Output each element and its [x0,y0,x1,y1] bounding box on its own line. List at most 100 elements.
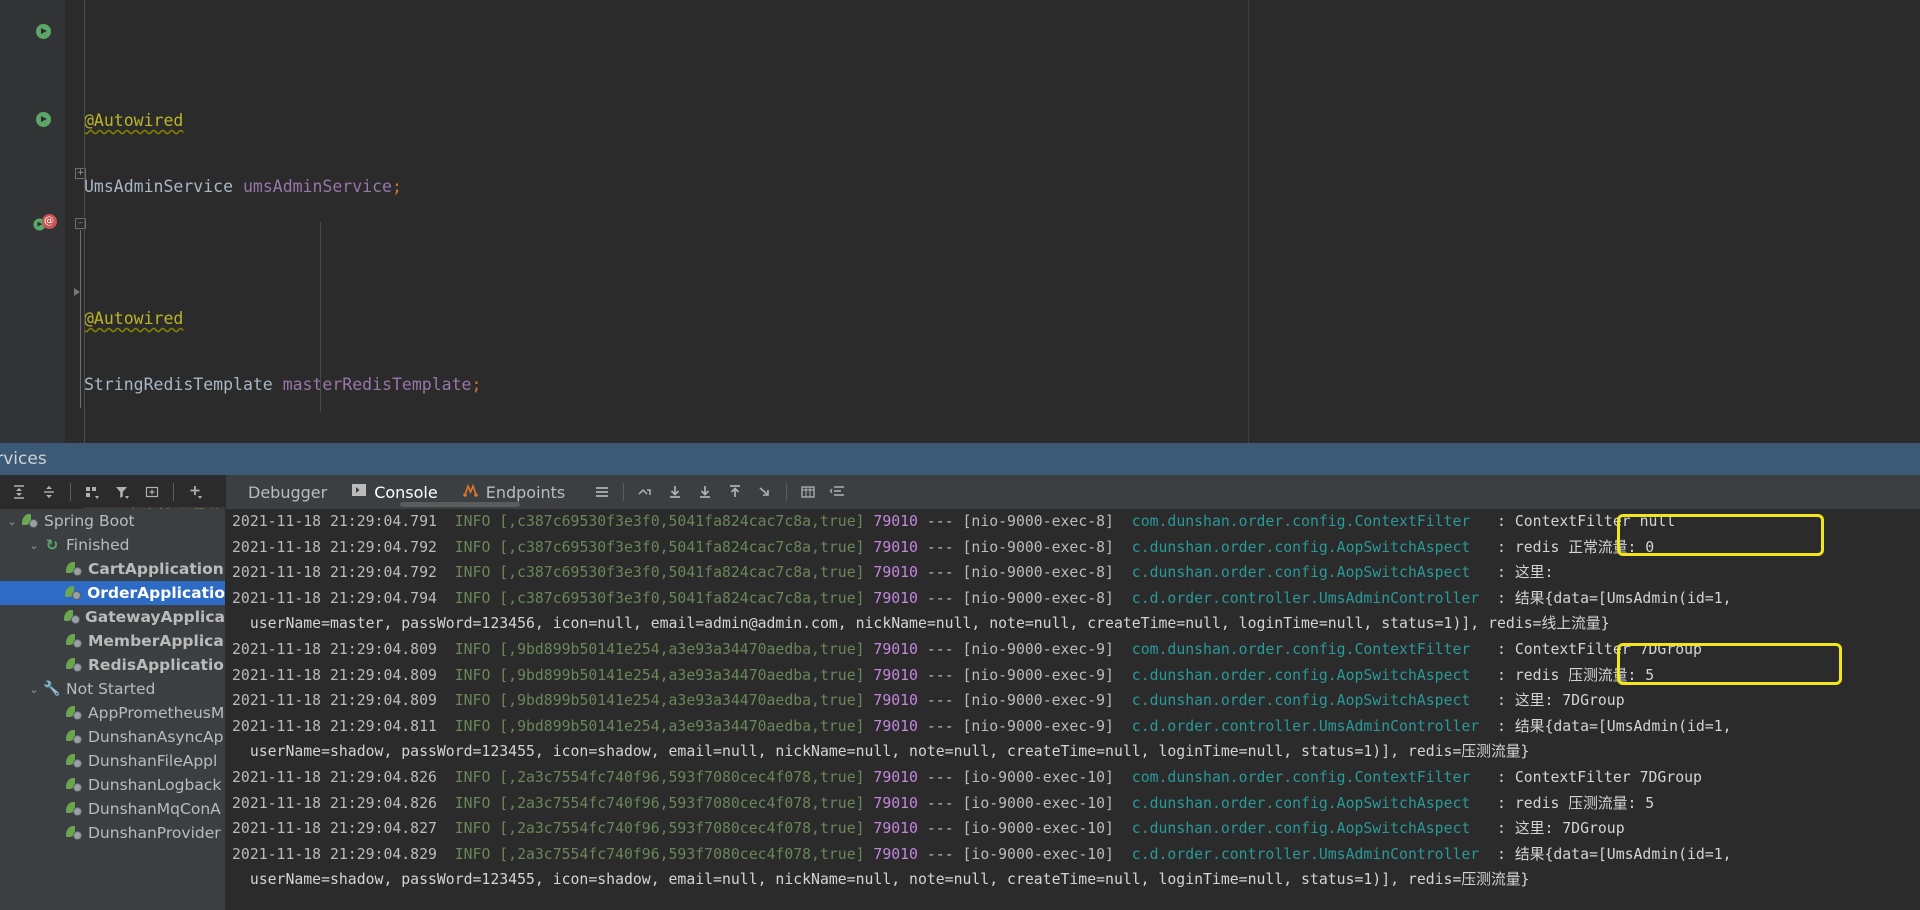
tree-item-dunshan-provider[interactable]: DunshanProvider [0,821,225,845]
chevron-down-icon[interactable]: ⌄ [4,515,20,528]
console-line[interactable]: 2021-11-18 21:29:04.829 INFO [,2a3c7554f… [232,842,1920,868]
console-logger: c.dunshan.order.config.AopSwitchAspect [1131,820,1498,838]
console-line[interactable]: 2021-11-18 21:29:04.792 INFO [,c387c6953… [232,535,1920,561]
console-logger: c.dunshan.order.config.AopSwitchAspect [1131,692,1498,710]
filter-icon[interactable] [107,477,137,507]
console-continuation-text: userName=master, passWord=123456, icon=n… [232,615,1610,633]
console-line[interactable]: 2021-11-18 21:29:04.809 INFO [,9bd899b50… [232,663,1920,689]
tree-item-finished[interactable]: ⌄ ↻ Finished [0,533,225,557]
services-tool-window-header[interactable]: Services [0,443,1920,475]
tree-item-label: Finished [66,536,130,554]
tree-item-dunshan-logback[interactable]: DunshanLogback [0,773,225,797]
console-logger: c.d.order.controller.UmsAdminController [1131,589,1498,607]
add-tab-icon[interactable] [137,477,167,507]
layout-icon[interactable] [587,477,617,507]
code-line: UmsAdminService umsAdminService; [84,177,402,196]
console-pid: 79010 [873,666,927,684]
console-trace-id: [,2a3c7554fc740f96,593f7080cec4f078,true… [499,794,874,812]
code-line: @Autowired [84,111,184,130]
console-logger: c.d.order.controller.UmsAdminController [1131,845,1498,863]
tree-item-dunshan-mqcon[interactable]: DunshanMqConA [0,797,225,821]
console-logger: c.dunshan.order.config.AopSwitchAspect [1131,794,1498,812]
tree-item-gateway-application[interactable]: GatewayApplica [0,605,225,629]
console-line[interactable]: 2021-11-18 21:29:04.826 INFO [,2a3c7554f… [232,765,1920,791]
tree-item-redis-application[interactable]: RedisApplicatio [0,653,225,677]
tab-debugger[interactable]: Debugger [236,477,339,507]
scroll-down-icon[interactable] [690,477,720,507]
console-trace-id: [,9bd899b50141e254,a3e93a34470aedba,true… [499,640,874,658]
soft-wrap-icon[interactable] [630,477,660,507]
tree-item-member-application[interactable]: MemberApplica [0,629,225,653]
console-level: INFO [454,717,500,735]
scroll-up-icon[interactable] [720,477,750,507]
console-message: : ContextFilter null [1497,513,1676,530]
scroll-to-start-icon[interactable] [750,477,780,507]
console-trace-id: [,9bd899b50141e254,a3e93a34470aedba,true… [499,692,874,710]
chevron-down-icon[interactable]: ⌄ [26,683,42,696]
tree-item-label: DunshanMqConA [88,800,221,818]
console-thread: [nio-9000-exec-8] [962,589,1132,607]
group-by-icon[interactable] [77,477,107,507]
spring-icon [64,802,84,816]
restart-icon: ↻ [45,536,59,554]
url-mapping-icon[interactable]: @ [40,212,58,230]
code-text[interactable]: @Autowired UmsAdminService umsAdminServi… [65,0,1920,910]
console-line[interactable]: userName=shadow, passWord=123455, icon=s… [232,867,1920,893]
console-line[interactable]: 2021-11-18 21:29:04.792 INFO [,c387c6953… [232,560,1920,586]
editor-gutter[interactable]: @ + – [30,0,86,450]
console-trace-id: [,c387c69530f3e3f0,5041fa824cac7c8a,true… [499,564,874,582]
scroll-to-end-icon[interactable] [660,477,690,507]
tree-item-order-application[interactable]: OrderApplicatio [0,581,225,605]
console-line[interactable]: 2021-11-18 21:29:04.811 INFO [,9bd899b50… [232,714,1920,740]
services-tree[interactable]: ⌄ Spring Boot ⌄ ↻ Finished CartApplication Ord… [0,509,225,910]
console-thread: [nio-9000-exec-8] [962,564,1132,582]
console-line[interactable]: 2021-11-18 21:29:04.809 INFO [,9bd899b50… [232,688,1920,714]
console-level: INFO [454,640,500,658]
console-thread: [nio-9000-exec-8] [962,513,1132,530]
console-line[interactable]: 2021-11-18 21:29:04.794 INFO [,c387c6953… [232,586,1920,612]
console-level: INFO [454,589,500,607]
console-message: : redis 正常流量: 0 [1497,538,1655,556]
run-bean-icon[interactable] [34,22,52,40]
console-separator: --- [926,640,963,658]
tree-item-not-started[interactable]: ⌄ 🔧 Not Started [0,677,225,701]
console-trace-id: [,2a3c7554fc740f96,593f7080cec4f078,true… [499,820,874,838]
console-line[interactable]: 2021-11-18 21:29:04.809 INFO [,9bd899b50… [232,637,1920,663]
console-timestamp: 2021-11-18 21:29:04.792 [232,564,455,582]
print-icon[interactable] [793,477,823,507]
tree-item-label: RedisApplicatio [88,656,224,674]
tree-item-dunshan-file[interactable]: DunshanFileAppl [0,749,225,773]
code-editor[interactable]: @ + – @Autowired UmsAdminService umsAdmi… [0,0,1920,910]
tree-item-dunshan-async[interactable]: DunshanAsyncAp [0,725,225,749]
console-output[interactable]: 2021-11-18 21:29:04.791 INFO [,c387c6953… [226,509,1920,910]
console-message: : ContextFilter 7DGroup [1497,640,1702,658]
console-level: INFO [454,513,500,530]
tree-item-app-prometheus[interactable]: AppPrometheusM [0,701,225,725]
console-line[interactable]: userName=shadow, passWord=123455, icon=s… [232,739,1920,765]
console-trace-id: [,c387c69530f3e3f0,5041fa824cac7c8a,true… [499,513,874,530]
chevron-down-icon[interactable]: ⌄ [26,539,42,552]
console-line[interactable]: 2021-11-18 21:29:04.827 INFO [,2a3c7554f… [232,816,1920,842]
console-horizontal-scrollbar[interactable] [400,502,520,507]
console-line[interactable]: 2021-11-18 21:29:04.791 INFO [,c387c6953… [232,509,1920,535]
tree-item-label: DunshanProvider [88,824,221,842]
console-trace-id: [,2a3c7554fc740f96,593f7080cec4f078,true… [499,845,874,863]
console-line[interactable]: 2021-11-18 21:29:04.826 INFO [,2a3c7554f… [232,791,1920,817]
console-message: : redis 压测流量: 5 [1497,794,1655,812]
console-separator: --- [926,794,963,812]
console-trace-id: [,c387c69530f3e3f0,5041fa824cac7c8a,true… [499,538,874,556]
console-separator: --- [926,538,963,556]
console-line[interactable]: userName=master, passWord=123456, icon=n… [232,611,1920,637]
tree-item-cart-application[interactable]: CartApplication [0,557,225,581]
collapse-all-icon[interactable] [34,477,64,507]
console-thread: [nio-9000-exec-9] [962,717,1132,735]
expand-all-icon[interactable] [4,477,34,507]
services-left-toolbar[interactable] [0,475,225,509]
spring-icon [64,706,84,720]
tree-item-spring-boot[interactable]: ⌄ Spring Boot [0,509,225,533]
run-bean-icon[interactable] [34,110,52,128]
add-service-icon[interactable] [180,477,210,507]
console-thread: [nio-9000-exec-9] [962,666,1132,684]
wrap-text-icon[interactable] [823,477,853,507]
